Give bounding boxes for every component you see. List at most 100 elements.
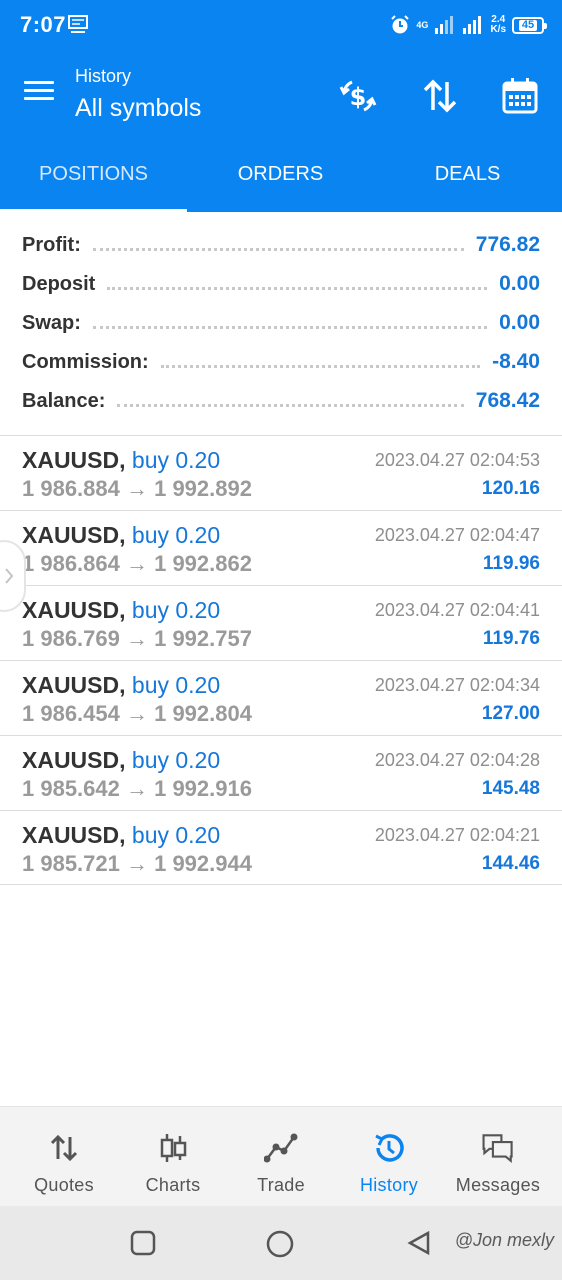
summary-value: 768.42 [475,389,540,412]
nav-label: Messages [455,1175,541,1195]
quotes-icon [47,1131,81,1165]
network-speed: 2.4 K/s [490,14,506,35]
deal-type: buy 0.20 [131,672,221,698]
app-bar: History All symbols $ [0,52,562,136]
nav-charts[interactable]: Charts [117,1107,229,1207]
nav-trade[interactable]: Trade [225,1107,337,1207]
tab-orders[interactable]: ORDERS [187,136,374,212]
deal-symbol: XAUUSD, buy 0.20 [22,672,221,698]
divider [0,884,562,885]
deal-time: 2023.04.27 02:04:53 [374,450,540,470]
summary-value: -8.40 [492,350,540,373]
deal-type: buy 0.20 [131,597,221,623]
nav-label: History [359,1175,419,1195]
dotted-leader [92,325,488,329]
messages-icon [481,1131,515,1165]
summary-label: Balance: [22,389,106,412]
summary-label: Deposit [22,272,96,295]
deal-row[interactable]: XAUUSD, buy 0.20 1 985.721 → 1 992.944 2… [0,810,562,885]
dotted-leader [107,286,488,290]
deal-time: 2023.04.27 02:04:41 [374,600,540,620]
deal-profit: 119.76 [482,628,540,649]
summary-row-profit: Profit: 776.82 [22,230,540,260]
nav-label: Quotes [34,1175,94,1195]
home-button[interactable] [266,1230,294,1263]
back-button[interactable] [406,1230,432,1261]
dotted-leader [92,247,464,251]
deal-profit: 144.46 [481,853,540,874]
nav-quotes[interactable]: Quotes [8,1107,120,1207]
summary-row-commission: Commission: -8.40 [22,347,540,377]
battery-icon: 45 [512,16,547,34]
summary-panel: Profit: 776.82 Deposit 0.00 Swap: 0.00 C… [0,212,562,435]
menu-button[interactable] [24,76,62,112]
deal-prices: 1 986.454 → 1 992.804 [22,701,252,726]
nav-label: Charts [145,1175,201,1195]
watermark-text: @Jon mexly [454,1230,554,1250]
deal-row[interactable]: XAUUSD, buy 0.20 1 986.864 → 1 992.862 2… [0,510,562,585]
trade-icon [264,1131,298,1165]
summary-row-swap: Swap: 0.00 [22,308,540,338]
history-icon [372,1131,406,1165]
chevron-right-icon [5,568,14,584]
signal-icon [435,16,454,34]
tab-deals[interactable]: DEALS [374,136,561,212]
summary-label: Profit: [22,233,81,256]
signal-icon-2 [463,16,482,34]
deal-time: 2023.04.27 02:04:34 [374,675,540,695]
deal-prices: 1 985.642 → 1 992.916 [22,776,252,801]
tab-positions[interactable]: POSITIONS [0,136,187,212]
summary-value: 776.82 [475,233,540,256]
svg-text:$: $ [350,83,367,111]
calendar-icon[interactable] [498,74,542,118]
nav-messages[interactable]: Messages [442,1107,554,1207]
nav-label: Trade [257,1175,305,1195]
alarm-icon [391,15,410,34]
dotted-leader [117,403,464,407]
side-panel-handle[interactable] [0,540,26,612]
deal-prices: 1 986.769 → 1 992.757 [22,626,252,651]
deal-symbol: XAUUSD, buy 0.20 [22,747,221,773]
sort-icon[interactable] [418,74,462,118]
deal-time: 2023.04.27 02:04:47 [374,525,540,545]
recents-button[interactable] [130,1230,156,1261]
deal-symbol: XAUUSD, buy 0.20 [22,522,221,548]
deal-prices: 1 986.884 → 1 992.892 [22,476,252,501]
deal-profit: 119.96 [482,553,540,574]
deal-symbol: XAUUSD, buy 0.20 [22,822,221,848]
dotted-leader [160,364,481,368]
deal-type: buy 0.20 [131,447,221,473]
deal-prices: 1 985.721 → 1 992.944 [22,851,252,876]
deal-type: buy 0.20 [131,522,221,548]
summary-row-deposit: Deposit 0.00 [22,269,540,299]
header-title[interactable]: All symbols [75,94,201,123]
deal-row[interactable]: XAUUSD, buy 0.20 1 986.454 → 1 992.804 2… [0,660,562,735]
summary-label: Commission: [22,350,149,373]
deal-type: buy 0.20 [131,747,221,773]
deal-profit: 127.00 [481,703,540,724]
status-bar: 7:07 4G 2.4 K/s 45 [0,0,562,52]
charts-icon [156,1131,190,1165]
deal-symbol: XAUUSD, buy 0.20 [22,447,221,473]
battery-level: 45 [518,19,538,31]
deal-symbol: XAUUSD, buy 0.20 [22,597,221,623]
summary-label: Swap: [22,311,81,334]
header-subtitle: History [75,66,132,86]
deal-prices: 1 986.864 → 1 992.862 [22,551,252,576]
deal-profit: 120.16 [481,478,540,499]
deal-row[interactable]: XAUUSD, buy 0.20 1 986.769 → 1 992.757 2… [0,585,562,660]
currency-swap-icon[interactable]: $ [336,74,380,118]
tab-bar: POSITIONS ORDERS DEALS [0,136,562,212]
bottom-navigation: Quotes Charts Trade History Messages [0,1106,562,1206]
summary-value: 0.00 [499,272,540,295]
system-navigation-bar: @Jon mexly [0,1206,562,1280]
network-type: 4G [416,19,429,30]
deal-row[interactable]: XAUUSD, buy 0.20 1 985.642 → 1 992.916 2… [0,735,562,810]
deal-time: 2023.04.27 02:04:28 [374,750,540,770]
deal-type: buy 0.20 [131,822,221,848]
nav-history[interactable]: History [333,1107,445,1207]
summary-row-balance: Balance: 768.42 [22,386,540,416]
status-time: 7:07 [20,12,67,37]
deal-profit: 145.48 [481,778,540,799]
deal-row[interactable]: XAUUSD, buy 0.20 1 986.884 → 1 992.892 2… [0,435,562,510]
